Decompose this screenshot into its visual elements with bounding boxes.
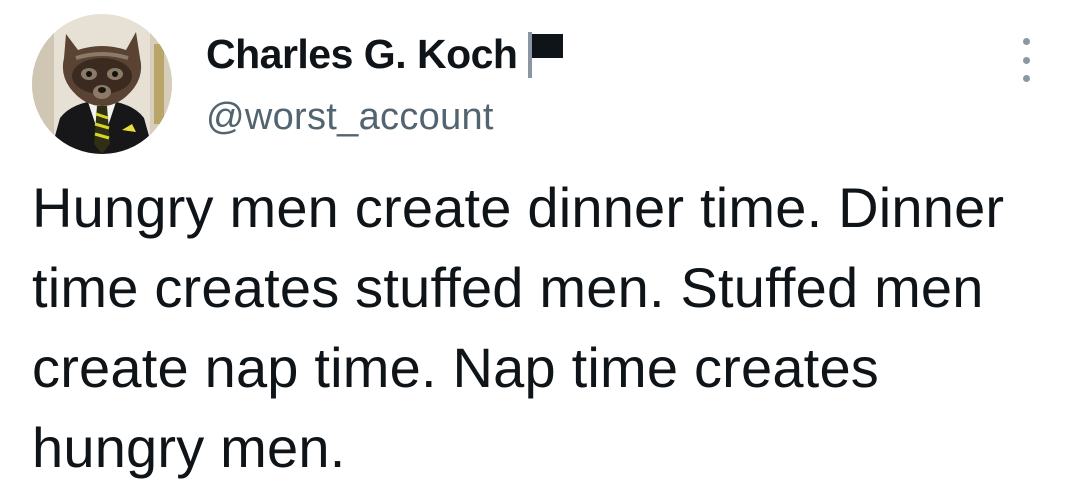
avatar[interactable] [32, 14, 172, 154]
more-options-button[interactable] [1012, 38, 1040, 82]
tweet-text: Hungry men create dinner time. Dinner ti… [32, 176, 1005, 479]
more-options-icon [1022, 38, 1030, 45]
tweet-card: Charles G. Koch @worst_account Hungry me… [0, 0, 1080, 487]
raccoon-in-suit-avatar [32, 14, 172, 154]
black-flag-icon [528, 32, 564, 78]
author-display-name[interactable]: Charles G. Koch [206, 31, 518, 78]
author-handle[interactable]: @worst_account [206, 96, 494, 139]
more-options-icon-dot [1022, 75, 1030, 82]
author-name-row: Charles G. Koch [206, 28, 567, 80]
more-options-icon-dot [1022, 56, 1030, 64]
